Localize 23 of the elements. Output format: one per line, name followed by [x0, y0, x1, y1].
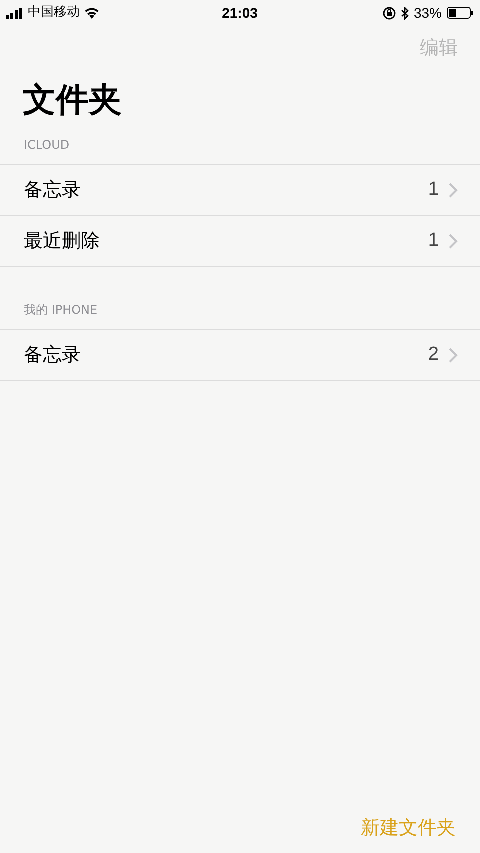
section-header: ICLOUD: [24, 137, 70, 154]
battery-percent: 33%: [414, 4, 442, 22]
note-count: 1: [428, 228, 439, 253]
clock-time: 21:03: [222, 4, 258, 22]
rotation-lock-icon: [382, 6, 396, 20]
signal-icon: [6, 8, 24, 18]
folder-row[interactable]: 最近删除 1: [0, 216, 480, 267]
battery-icon: [447, 7, 474, 19]
page-title: 文件夹: [22, 79, 123, 121]
carrier-name: 中国移动: [28, 4, 80, 22]
wifi-icon: [84, 7, 100, 19]
chevron-icon: [449, 234, 458, 248]
folder-row[interactable]: 备忘录 1: [0, 165, 480, 216]
chevron-icon: [449, 348, 458, 362]
folder-name: 最近删除: [24, 228, 101, 254]
section-header: 我的 IPHONE: [24, 302, 98, 319]
folder-row[interactable]: 备忘录 2: [0, 330, 480, 381]
bluetooth-icon: [400, 6, 409, 20]
folder-name: 备忘录: [24, 178, 82, 203]
note-count: 1: [428, 178, 439, 202]
folder-name: 备忘录: [24, 342, 82, 368]
note-count: 2: [428, 342, 439, 367]
chevron-icon: [449, 182, 458, 198]
